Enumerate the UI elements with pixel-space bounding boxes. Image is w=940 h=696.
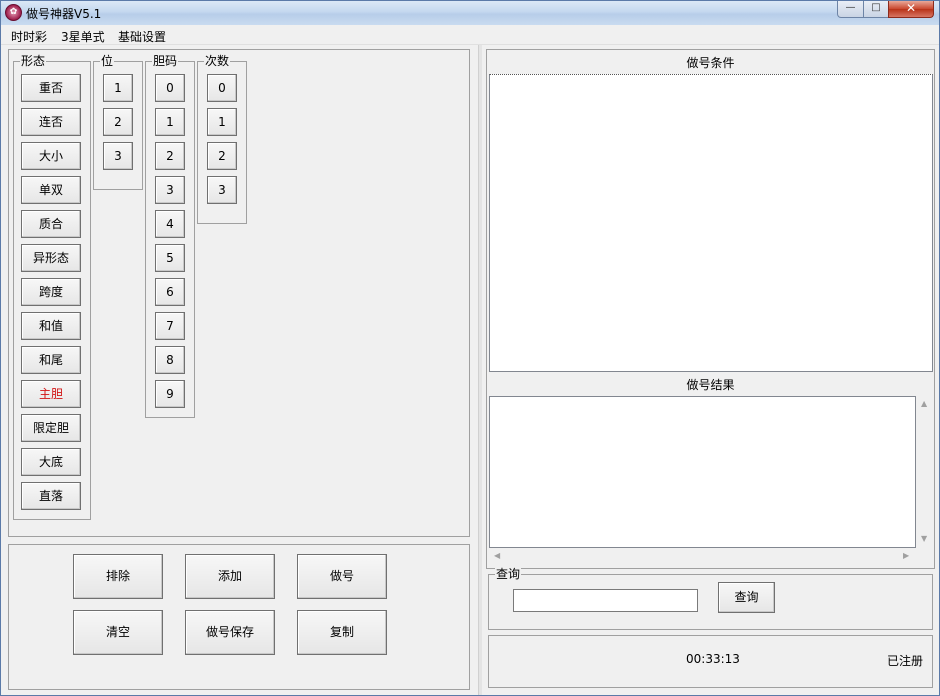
scroll-up-icon[interactable]: ▲ <box>921 399 927 408</box>
position-group-label: 位 <box>100 54 115 68</box>
copy-button[interactable]: 复制 <box>297 610 387 655</box>
scroll-down-icon[interactable]: ▼ <box>921 534 927 543</box>
results-list[interactable] <box>489 396 916 548</box>
dan-button-6[interactable]: 6 <box>155 278 185 306</box>
form-button-3[interactable]: 单双 <box>21 176 81 204</box>
close-button[interactable]: ✕ <box>888 1 934 18</box>
dan-button-3[interactable]: 3 <box>155 176 185 204</box>
form-group-label: 形态 <box>20 54 47 68</box>
conditions-header: 做号条件 <box>686 56 735 70</box>
form-button-2[interactable]: 大小 <box>21 142 81 170</box>
splitter-handle[interactable] <box>478 45 482 695</box>
query-input[interactable] <box>513 589 698 612</box>
dan-button-8[interactable]: 8 <box>155 346 185 374</box>
app-window: ✿ 做号神器V5.1 — □ ✕ 时时彩 3星单式 基础设置 形态 重否连否大小… <box>0 0 940 696</box>
scroll-left-icon[interactable]: ◀ <box>494 551 500 560</box>
registration-status: 已注册 <box>887 654 924 668</box>
make-button[interactable]: 做号 <box>297 554 387 599</box>
form-button-11[interactable]: 大底 <box>21 448 81 476</box>
status-clock: 00:33:13 <box>686 652 740 666</box>
form-button-5[interactable]: 异形态 <box>21 244 81 272</box>
results-header: 做号结果 <box>686 378 735 392</box>
count-button-3[interactable]: 3 <box>207 176 237 204</box>
form-button-8[interactable]: 和尾 <box>21 346 81 374</box>
maximize-button[interactable]: □ <box>863 1 889 18</box>
dan-button-2[interactable]: 2 <box>155 142 185 170</box>
dan-button-9[interactable]: 9 <box>155 380 185 408</box>
form-button-12[interactable]: 直落 <box>21 482 81 510</box>
menu-item-ssc[interactable]: 时时彩 <box>11 28 47 45</box>
dan-button-5[interactable]: 5 <box>155 244 185 272</box>
form-button-0[interactable]: 重否 <box>21 74 81 102</box>
dan-button-1[interactable]: 1 <box>155 108 185 136</box>
menu-bar: 时时彩 3星单式 基础设置 <box>1 25 939 45</box>
menu-item-3star[interactable]: 3星单式 <box>61 28 105 45</box>
dan-button-0[interactable]: 0 <box>155 74 185 102</box>
menu-item-settings[interactable]: 基础设置 <box>118 28 166 45</box>
query-button[interactable]: 查询 <box>718 582 775 613</box>
scroll-right-icon[interactable]: ▶ <box>903 551 909 560</box>
add-button[interactable]: 添加 <box>185 554 275 599</box>
save-button[interactable]: 做号保存 <box>185 610 275 655</box>
position-button-0[interactable]: 1 <box>103 74 133 102</box>
dan-group-label: 胆码 <box>152 54 179 68</box>
dan-button-7[interactable]: 7 <box>155 312 185 340</box>
results-vertical-scrollbar[interactable]: ▲ ▼ <box>916 396 933 548</box>
clear-button[interactable]: 清空 <box>73 610 163 655</box>
position-button-1[interactable]: 2 <box>103 108 133 136</box>
minimize-button[interactable]: — <box>837 1 864 18</box>
count-button-2[interactable]: 2 <box>207 142 237 170</box>
count-button-1[interactable]: 1 <box>207 108 237 136</box>
form-button-9[interactable]: 主胆 <box>21 380 81 408</box>
exclude-button[interactable]: 排除 <box>73 554 163 599</box>
app-logo-icon: ✿ <box>5 4 22 21</box>
count-button-0[interactable]: 0 <box>207 74 237 102</box>
form-button-6[interactable]: 跨度 <box>21 278 81 306</box>
position-button-2[interactable]: 3 <box>103 142 133 170</box>
count-group-label: 次数 <box>204 54 231 68</box>
form-button-1[interactable]: 连否 <box>21 108 81 136</box>
window-title: 做号神器V5.1 <box>26 7 102 21</box>
form-button-10[interactable]: 限定胆 <box>21 414 81 442</box>
query-group-label: 查询 <box>495 567 522 581</box>
form-button-4[interactable]: 质合 <box>21 210 81 238</box>
dan-button-4[interactable]: 4 <box>155 210 185 238</box>
title-bar: ✿ 做号神器V5.1 — □ ✕ <box>1 1 939 25</box>
form-button-7[interactable]: 和值 <box>21 312 81 340</box>
conditions-list[interactable] <box>489 74 933 372</box>
results-horizontal-scrollbar[interactable]: ◀ ▶ <box>489 548 916 565</box>
